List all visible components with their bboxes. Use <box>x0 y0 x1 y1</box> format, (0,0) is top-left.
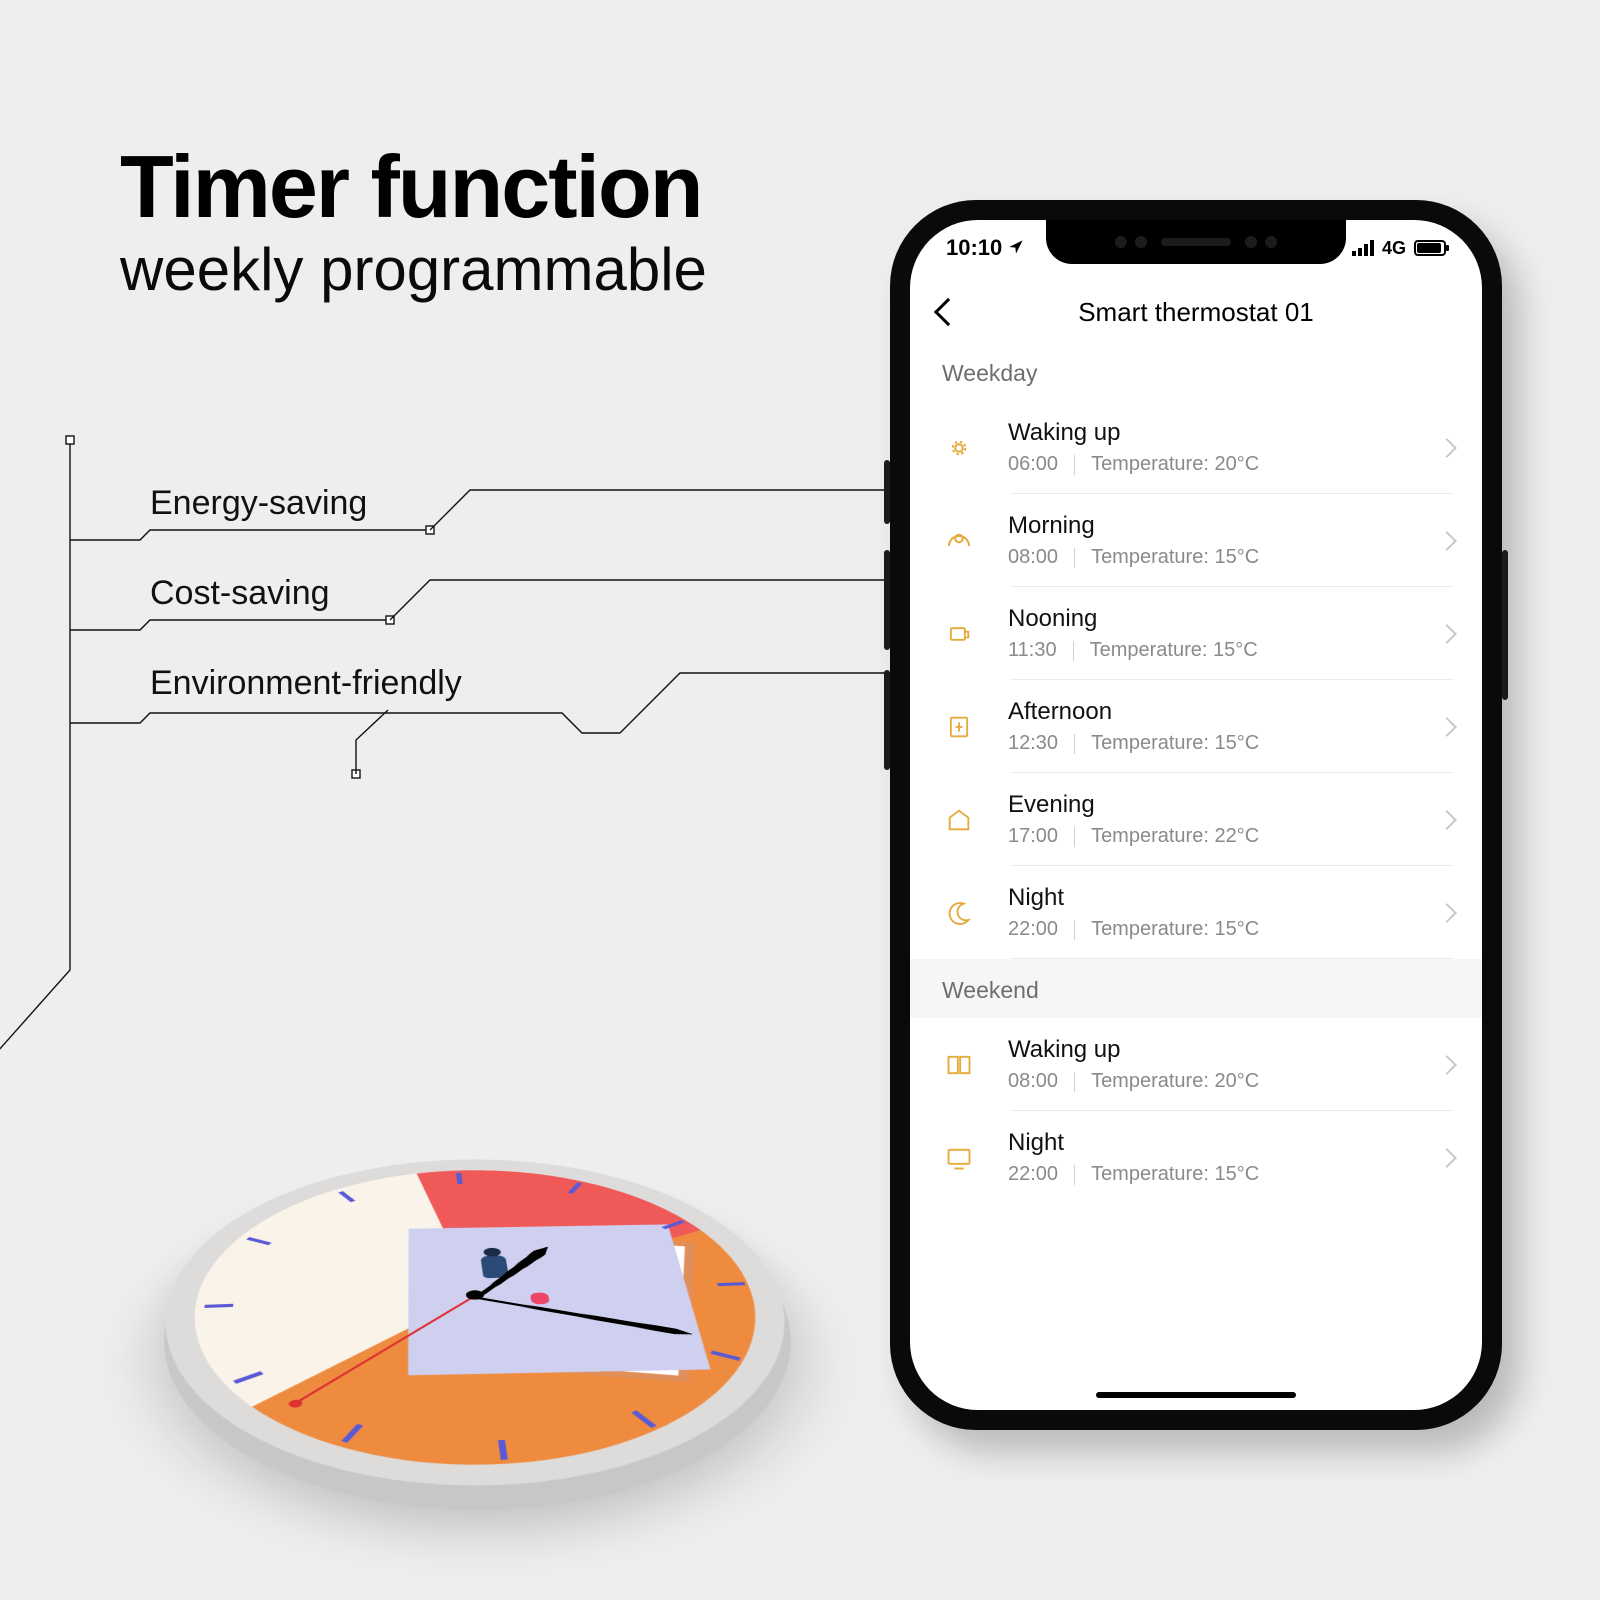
phone-screen: 10:10 4G Smart thermostat 01 Weekday <box>910 220 1482 1410</box>
headline-subtitle: weekly programmable <box>120 235 707 304</box>
feature-label: Cost-saving <box>150 576 330 610</box>
back-button[interactable] <box>934 298 962 326</box>
row-label: Nooning <box>1008 605 1440 633</box>
night-icon <box>942 896 976 930</box>
section-header-weekend: Weekend <box>910 959 1482 1018</box>
row-temp: Temperature: 20°C <box>1091 453 1259 476</box>
row-time: 08:00 <box>1008 546 1058 569</box>
row-temp: Temperature: 20°C <box>1091 1070 1259 1093</box>
chevron-right-icon <box>1437 810 1457 830</box>
network-label: 4G <box>1382 238 1406 259</box>
row-time: 22:00 <box>1008 918 1058 941</box>
chevron-right-icon <box>1437 717 1457 737</box>
row-temp: Temperature: 15°C <box>1091 1163 1259 1186</box>
status-time: 10:10 <box>946 235 1002 261</box>
nav-title: Smart thermostat 01 <box>1078 297 1314 328</box>
phone-notch <box>1046 220 1346 264</box>
battery-icon <box>1414 240 1446 256</box>
schedule-row[interactable]: Night 22:00 Temperature: 15°C <box>910 866 1482 959</box>
row-label: Waking up <box>1008 1036 1440 1064</box>
row-label: Night <box>1008 884 1440 912</box>
row-time: 11:30 <box>1008 639 1057 662</box>
feature-item: Energy-saving <box>150 484 462 574</box>
chevron-right-icon <box>1437 1055 1457 1075</box>
chevron-right-icon <box>1437 903 1457 923</box>
nav-bar: Smart thermostat 01 <box>910 276 1482 348</box>
row-label: Night <box>1008 1129 1440 1157</box>
tv-icon <box>942 1141 976 1175</box>
section-header-weekday: Weekday <box>910 348 1482 401</box>
feature-item: Cost-saving <box>150 574 462 664</box>
row-temp: Temperature: 22°C <box>1091 825 1259 848</box>
row-meta: 06:00 Temperature: 20°C <box>1008 453 1440 476</box>
row-label: Morning <box>1008 512 1440 540</box>
chevron-right-icon <box>1437 624 1457 644</box>
schedule-list[interactable]: Weekday Waking up 06:00 Temperature: 20°… <box>910 348 1482 1410</box>
row-temp: Temperature: 15°C <box>1091 732 1259 755</box>
feature-list: Energy-saving Cost-saving Environment-fr… <box>150 484 462 754</box>
row-temp: Temperature: 15°C <box>1091 546 1259 569</box>
row-time: 12:30 <box>1008 732 1058 755</box>
feature-label: Environment-friendly <box>150 666 462 700</box>
sunrise-icon <box>942 431 976 465</box>
schedule-row[interactable]: Night 22:00 Temperature: 15°C <box>910 1111 1482 1204</box>
schedule-row[interactable]: Nooning 11:30 Temperature: 15°C <box>910 587 1482 680</box>
headline: Timer function weekly programmable <box>120 145 707 304</box>
book-icon <box>942 1048 976 1082</box>
row-time: 08:00 <box>1008 1070 1058 1093</box>
chevron-right-icon <box>1437 531 1457 551</box>
signal-icon <box>1352 240 1374 256</box>
schedule-row[interactable]: Morning 08:00 Temperature: 15°C <box>910 494 1482 587</box>
chevron-right-icon <box>1437 1148 1457 1168</box>
noon-icon <box>942 617 976 651</box>
home-indicator[interactable] <box>1096 1392 1296 1398</box>
row-label: Evening <box>1008 791 1440 819</box>
schedule-row[interactable]: Waking up 06:00 Temperature: 20°C <box>910 401 1482 494</box>
row-time: 17:00 <box>1008 825 1058 848</box>
clock-illustration <box>170 990 780 1420</box>
chevron-right-icon <box>1437 438 1457 458</box>
headline-title: Timer function <box>120 145 707 229</box>
morning-icon <box>942 524 976 558</box>
row-time: 22:00 <box>1008 1163 1058 1186</box>
row-temp: Temperature: 15°C <box>1091 918 1259 941</box>
feature-item: Environment-friendly <box>150 664 462 754</box>
location-icon <box>1008 235 1024 261</box>
afternoon-icon <box>942 710 976 744</box>
schedule-row[interactable]: Waking up 08:00 Temperature: 20°C <box>910 1018 1482 1111</box>
schedule-row[interactable]: Evening 17:00 Temperature: 22°C <box>910 773 1482 866</box>
evening-icon <box>942 803 976 837</box>
schedule-row[interactable]: Afternoon 12:30 Temperature: 15°C <box>910 680 1482 773</box>
row-temp: Temperature: 15°C <box>1090 639 1258 662</box>
phone-mockup: 10:10 4G Smart thermostat 01 Weekday <box>890 200 1502 1430</box>
row-label: Afternoon <box>1008 698 1440 726</box>
row-label: Waking up <box>1008 419 1440 447</box>
feature-label: Energy-saving <box>150 486 367 520</box>
row-time: 06:00 <box>1008 453 1058 476</box>
